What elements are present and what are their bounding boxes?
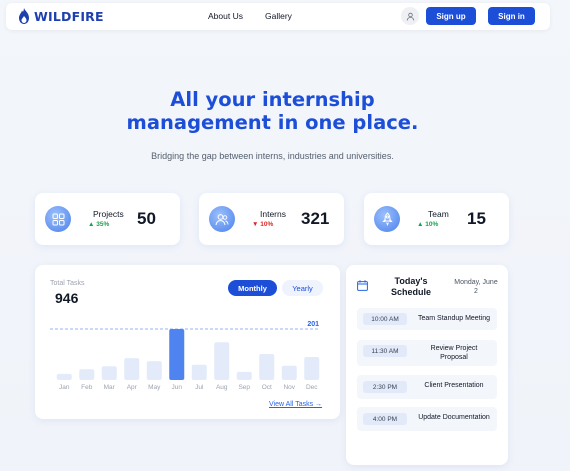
stat-value: 321 — [301, 209, 330, 228]
x-tick-label: Jun — [172, 384, 183, 391]
stat-value: 15 — [467, 209, 486, 228]
bar-apr[interactable] — [124, 358, 140, 380]
calendar-icon — [357, 280, 368, 291]
schedule-date: Monday, June 2 — [454, 279, 498, 295]
yearly-toggle-button[interactable]: Yearly — [282, 280, 323, 296]
stat-card-interns[interactable]: Interns ▼ 10% 321 — [199, 193, 344, 245]
stat-card-team[interactable]: Team ▲ 10% 15 — [364, 193, 509, 245]
stat-value: 50 — [137, 209, 156, 228]
x-tick-label: Oct — [262, 384, 272, 391]
hero-subtitle: Bridging the gap between interns, indust… — [151, 151, 394, 161]
bar-oct[interactable] — [259, 353, 275, 380]
schedule-event[interactable]: 2:30 PM Client Presentation — [357, 375, 497, 399]
stat-change: ▲ 35% — [88, 221, 110, 228]
event-name: Update Documentation — [418, 414, 490, 421]
schedule-event[interactable]: 4:00 PM Update Documentation — [357, 407, 497, 431]
event-name: Client Presentation — [424, 382, 484, 389]
bar-may[interactable] — [146, 361, 162, 380]
stat-change: ▼ 10% — [252, 221, 274, 228]
sign-in-button[interactable]: Sign in — [488, 7, 535, 25]
user-icon[interactable] — [401, 7, 419, 25]
x-tick-label: Dec — [306, 384, 318, 391]
stat-label: Projects — [93, 209, 124, 219]
flame-icon — [19, 8, 29, 24]
view-all-tasks-link[interactable]: View All Tasks → — [269, 401, 322, 408]
bar-mar[interactable] — [101, 366, 117, 380]
monthly-toggle-button[interactable]: Monthly — [228, 280, 277, 296]
x-tick-label: Sep — [238, 384, 250, 391]
stat-change: ▲ 10% — [417, 221, 439, 228]
bar-feb[interactable] — [79, 369, 95, 380]
reference-line-label: 201 — [307, 321, 319, 328]
schedule-event[interactable]: 11:30 AM Review Project Proposal — [357, 340, 497, 366]
event-name: Review Project Proposal — [430, 345, 478, 361]
bar-sep[interactable] — [236, 371, 252, 380]
x-tick-label: Mar — [104, 384, 116, 391]
stat-card-projects[interactable]: Projects ▲ 35% 50 — [35, 193, 180, 245]
hero-title: All your internship management in one pl… — [126, 88, 419, 134]
x-tick-label: Apr — [127, 384, 138, 391]
brand-logo[interactable]: WILDFIRE — [18, 8, 104, 24]
event-time: 11:30 AM — [363, 345, 407, 357]
nav-about-us-link[interactable]: About Us — [208, 11, 243, 21]
bar-nov[interactable] — [281, 365, 297, 380]
event-time: 10:00 AM — [363, 313, 407, 325]
stat-label: Interns — [260, 209, 286, 219]
nav-gallery-link[interactable]: Gallery — [265, 11, 292, 21]
schedule-card: Today's Schedule Monday, June 2 10:00 AM… — [346, 265, 508, 465]
x-tick-label: Feb — [81, 384, 93, 391]
user-glyph-icon — [406, 12, 414, 20]
x-tick-label: May — [148, 384, 161, 391]
schedule-event[interactable]: 10:00 AM Team Standup Meeting — [357, 308, 497, 330]
event-name: Team Standup Meeting — [418, 315, 490, 322]
x-tick-label: Jul — [195, 384, 204, 391]
grid-icon — [45, 206, 71, 232]
x-tick-label: Nov — [283, 384, 295, 391]
bar-dec[interactable] — [304, 357, 320, 380]
bar-jul[interactable] — [191, 364, 207, 380]
users-icon — [209, 206, 235, 232]
tasks-card: 201 Jan Feb Mar Apr May Jun Jul Aug Sep Oct Nov Dec … — [35, 265, 340, 419]
event-time: 4:00 PM — [363, 413, 407, 425]
bar-aug[interactable] — [214, 342, 230, 380]
schedule-title: Today's Schedule — [390, 276, 431, 297]
bar-jun[interactable] — [169, 329, 185, 380]
total-tasks-label: Total Tasks — [50, 280, 85, 287]
x-tick-label: Aug — [216, 384, 228, 391]
bar-jan[interactable] — [56, 373, 72, 380]
total-tasks-value: 946 — [55, 290, 79, 306]
stat-label: Team — [428, 209, 449, 219]
rocket-icon — [374, 206, 400, 232]
sign-up-button[interactable]: Sign up — [426, 7, 476, 25]
brand-name: WILDFIRE — [34, 8, 104, 24]
event-time: 2:30 PM — [363, 381, 407, 393]
x-tick-label: Jan — [59, 384, 70, 391]
navbar: WILDFIRE About Us Gallery Sign up Sign i… — [6, 3, 550, 30]
